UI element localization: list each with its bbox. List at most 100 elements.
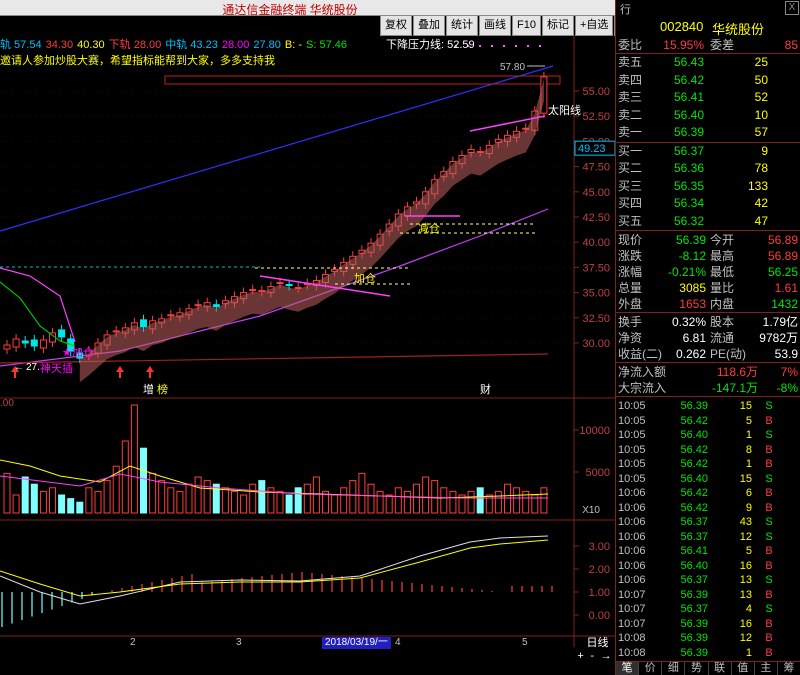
quote-tab-1[interactable]: 价 xyxy=(639,662,663,675)
add-watchlist-button[interactable]: +自选 xyxy=(574,16,614,36)
close-icon[interactable]: X xyxy=(785,1,799,15)
ask-volume: 10 xyxy=(754,107,768,122)
marker-dot xyxy=(491,45,493,47)
quote-tab-4[interactable]: 联 xyxy=(709,662,732,675)
ask-label: 卖三 xyxy=(618,90,643,104)
tick-side: B xyxy=(765,501,773,514)
quote-tab-2[interactable]: 细 xyxy=(662,662,686,675)
tick-volume: 43 xyxy=(739,516,752,528)
bid-label: 买四 xyxy=(618,196,643,210)
volume-bar xyxy=(413,483,420,514)
stat-value: 1653 xyxy=(679,297,706,311)
buy-arrow-icon xyxy=(116,366,124,378)
tick-price: 56.40 xyxy=(680,559,708,572)
kline-chart-area[interactable]: 55.00 52.50 5 0.00 47.50 45.00 42.50 40.00 37.50… xyxy=(0,36,615,647)
kline-chart-svg[interactable]: 55.00 52.50 5 0.00 47.50 45.00 42.50 40.00 37.50… xyxy=(0,36,615,647)
tick-row: 10:05 56.42 8 B xyxy=(616,443,800,458)
tick-row: 10:07 56.37 4 S xyxy=(616,602,800,617)
marker-dot xyxy=(515,45,517,47)
tick-time: 10:05 xyxy=(618,458,646,470)
fund-value: 9782万 xyxy=(759,331,798,345)
fund-label: 股本 xyxy=(710,315,735,329)
ask-price: 56.42 xyxy=(673,72,704,87)
stat-value: 56.25 xyxy=(767,265,798,279)
fund-label: 净资 xyxy=(618,331,643,345)
quote-tab-0[interactable]: 笔 xyxy=(616,662,640,675)
stat-label: 总量 xyxy=(618,281,643,295)
f10-button[interactable]: F10 xyxy=(512,16,541,36)
fund-label: PE(动) xyxy=(710,347,747,361)
cursor-date: 2018/03/19/一 xyxy=(322,637,391,649)
bid-volume: 133 xyxy=(747,178,768,193)
tick-side: S xyxy=(765,574,773,586)
bid-row: 买一 56.37 9 xyxy=(616,143,800,159)
candle-body xyxy=(258,290,266,293)
marker-dot xyxy=(503,45,505,47)
candle-body xyxy=(212,304,220,308)
tick-time: 10:06 xyxy=(618,559,646,572)
indicator-value: S: 57.46 xyxy=(306,39,348,51)
tick-price: 56.40 xyxy=(680,429,708,441)
tick-volume: 12 xyxy=(739,530,752,543)
annotation-label: 加仓 xyxy=(354,271,376,285)
bid-price: 56.36 xyxy=(673,161,704,175)
overlay-button[interactable]: 叠加 xyxy=(413,16,445,36)
period-button[interactable]: 日线 xyxy=(580,637,615,649)
volume-bar xyxy=(67,498,75,514)
volume-bar xyxy=(94,490,102,514)
tick-volume: 12 xyxy=(739,632,752,644)
tick-price: 56.39 xyxy=(680,617,708,630)
zoom-in-button[interactable]: + xyxy=(577,650,583,664)
volume-bar xyxy=(303,483,311,514)
annotation-label: 神天插 xyxy=(40,361,73,375)
volume-bar xyxy=(376,490,384,514)
buy-arrow-icon xyxy=(146,366,154,378)
statistics-button[interactable]: 统计 xyxy=(446,16,478,36)
ask-volume: 52 xyxy=(754,90,768,104)
quote-tab-3[interactable]: 势 xyxy=(685,662,709,675)
money-flow-row: 大宗流入 -147.1万 -8% xyxy=(616,380,800,396)
tick-row: 10:06 56.42 6 B xyxy=(616,486,800,501)
mark-button[interactable]: 标记 xyxy=(541,16,574,36)
quote-tab-6[interactable]: 主 xyxy=(755,662,778,675)
stat-label: 现价 xyxy=(618,233,643,247)
annotation-label: 太阳线 xyxy=(548,103,581,117)
candle-body xyxy=(167,314,175,317)
tick-row: 10:06 56.37 12 S xyxy=(616,530,800,545)
bid-label: 买一 xyxy=(618,143,643,158)
flow-value: 118.6万 xyxy=(716,365,758,379)
tick-side: S xyxy=(765,472,773,485)
fund-value: 0.32% xyxy=(671,315,706,329)
candle-body xyxy=(249,289,257,292)
quote-tab-7[interactable]: 筹 xyxy=(778,662,800,675)
tick-volume: 13 xyxy=(739,574,752,586)
zoom-out-button[interactable]: - xyxy=(590,650,594,664)
indicator-value: 下轨 28.00 xyxy=(108,39,162,51)
ask-price: 56.41 xyxy=(673,90,704,104)
volume-bar xyxy=(49,487,56,514)
tick-price: 56.39 xyxy=(680,646,708,659)
bid-row: 买五 56.32 47 xyxy=(616,213,800,229)
draw-line-button[interactable]: 画线 xyxy=(479,16,511,36)
volume-bar xyxy=(167,487,175,514)
volume-bar xyxy=(258,480,266,514)
stat-value: 56.39 xyxy=(675,233,706,247)
quote-stat-row: 涨幅 -0.21% 最低 56.25 xyxy=(616,264,800,280)
quote-tab-5[interactable]: 值 xyxy=(732,662,755,675)
tick-volume: 13 xyxy=(739,588,752,601)
bid-price: 56.32 xyxy=(673,213,704,228)
tick-volume: 1 xyxy=(745,646,752,659)
tick-row: 10:06 56.41 5 B xyxy=(616,544,800,559)
quote-tab-label[interactable]: 行 xyxy=(620,1,631,17)
volume-bar xyxy=(367,483,375,514)
ask-row: 卖五 56.43 25 xyxy=(616,54,800,70)
price-axis-label: 32.50 xyxy=(582,313,610,325)
marker-dot xyxy=(539,45,541,47)
scroll-right-button[interactable]: → xyxy=(601,650,612,664)
price-axis-label: 42.50 xyxy=(582,212,610,224)
fund-label: 流通 xyxy=(710,331,735,345)
indicator-value: 27.80 xyxy=(253,39,281,51)
indicator-value: 28.00 xyxy=(221,39,250,51)
macd-axis-label: 1.00 xyxy=(589,587,610,599)
fuquan-button[interactable]: 复权 xyxy=(380,16,412,36)
